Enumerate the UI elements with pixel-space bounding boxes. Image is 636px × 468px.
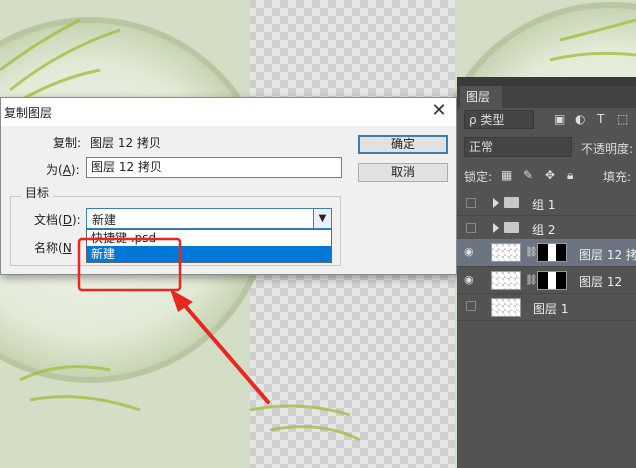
- dropdown-option[interactable]: 快捷键 .psd: [87, 230, 331, 246]
- layer-name: 组 2: [532, 223, 556, 237]
- filter-shape-icon[interactable]: ⬚: [617, 112, 628, 126]
- document-label: 文档(D):: [34, 213, 81, 227]
- document-select[interactable]: 新建 ▼: [86, 208, 332, 229]
- dialog-titlebar[interactable]: 复制图层 ✕: [1, 98, 456, 126]
- panel-tabs: 图层: [457, 86, 636, 108]
- visibility-toggle[interactable]: [466, 223, 476, 233]
- target-legend: 目标: [21, 184, 54, 201]
- expand-triangle-icon[interactable]: [493, 223, 499, 233]
- layer-name: 图层 12 拷: [579, 248, 636, 262]
- expand-triangle-icon[interactable]: [493, 198, 499, 208]
- folder-icon: [504, 222, 519, 233]
- as-label: 为(A):: [46, 163, 80, 177]
- layer-row[interactable]: 图层 1: [457, 294, 636, 321]
- as-name-input[interactable]: 图层 12 拷贝: [86, 157, 342, 178]
- layer-row-selected[interactable]: ◉ ⛓ 图层 12 拷: [457, 239, 636, 267]
- name-label: 名称(N: [34, 241, 72, 255]
- layer-name: 图层 12: [579, 275, 623, 289]
- lock-move-icon[interactable]: ✥: [545, 168, 555, 182]
- copy-value: 图层 12 拷贝: [90, 136, 161, 150]
- blend-mode-select[interactable]: 正常: [464, 137, 572, 157]
- visibility-toggle[interactable]: [466, 198, 476, 208]
- fill-label: 填充:: [603, 170, 632, 184]
- lock-transparency-icon[interactable]: ▦: [501, 168, 512, 182]
- dialog-title: 复制图层: [4, 106, 53, 120]
- layer-mask-thumbnail[interactable]: [537, 271, 567, 290]
- chevron-down-icon[interactable]: ▼: [313, 209, 331, 228]
- lock-brush-icon[interactable]: ✎: [523, 168, 533, 182]
- layer-thumbnail: [491, 243, 521, 262]
- link-chain-icon[interactable]: ⛓: [525, 275, 538, 286]
- layer-row[interactable]: 组 1: [457, 191, 636, 216]
- layer-name: 图层 1: [533, 302, 569, 316]
- cancel-button[interactable]: 取消: [358, 163, 448, 182]
- layer-thumbnail: [491, 271, 521, 290]
- panel-tabbar: [457, 77, 636, 86]
- lock-all-icon[interactable]: 🔒︎: [567, 168, 573, 183]
- copy-label: 复制:: [53, 136, 82, 150]
- layer-thumbnail: [491, 298, 521, 317]
- layer-name: 组 1: [532, 198, 556, 212]
- layer-filter-select[interactable]: ρ 类型: [464, 110, 534, 129]
- dropdown-option-selected[interactable]: 新建: [87, 246, 331, 262]
- filter-adjustment-icon[interactable]: ◐: [575, 112, 585, 126]
- close-icon[interactable]: ✕: [428, 100, 450, 122]
- eye-icon[interactable]: ◉: [464, 245, 478, 258]
- visibility-toggle[interactable]: [466, 301, 476, 311]
- link-chain-icon[interactable]: ⛓: [525, 247, 538, 258]
- ok-button[interactable]: 确定: [358, 135, 448, 154]
- layers-panel: 图层 ρ 类型 ▣ ◐ T ⬚ 正常 不透明度: 锁定: ▦ ✎ ✥ 🔒︎ 填充…: [457, 77, 636, 468]
- layer-row[interactable]: ◉ ⛓ 图层 12: [457, 267, 636, 294]
- document-select-value: 新建: [92, 213, 117, 227]
- document-dropdown-list: 快捷键 .psd 新建: [86, 229, 332, 263]
- layer-row[interactable]: 组 2: [457, 216, 636, 241]
- eye-icon[interactable]: ◉: [464, 273, 478, 286]
- tab-layers[interactable]: 图层: [460, 86, 502, 108]
- lock-label: 锁定:: [464, 170, 493, 184]
- opacity-label: 不透明度:: [581, 142, 634, 156]
- layer-mask-thumbnail[interactable]: [537, 243, 567, 262]
- filter-type-icon[interactable]: T: [597, 112, 604, 126]
- filter-pixel-icon[interactable]: ▣: [554, 112, 565, 126]
- duplicate-layer-dialog: 复制图层 ✕ 复制: 图层 12 拷贝 为(A): 图层 12 拷贝 确定 取消…: [0, 97, 457, 275]
- folder-icon: [504, 197, 519, 208]
